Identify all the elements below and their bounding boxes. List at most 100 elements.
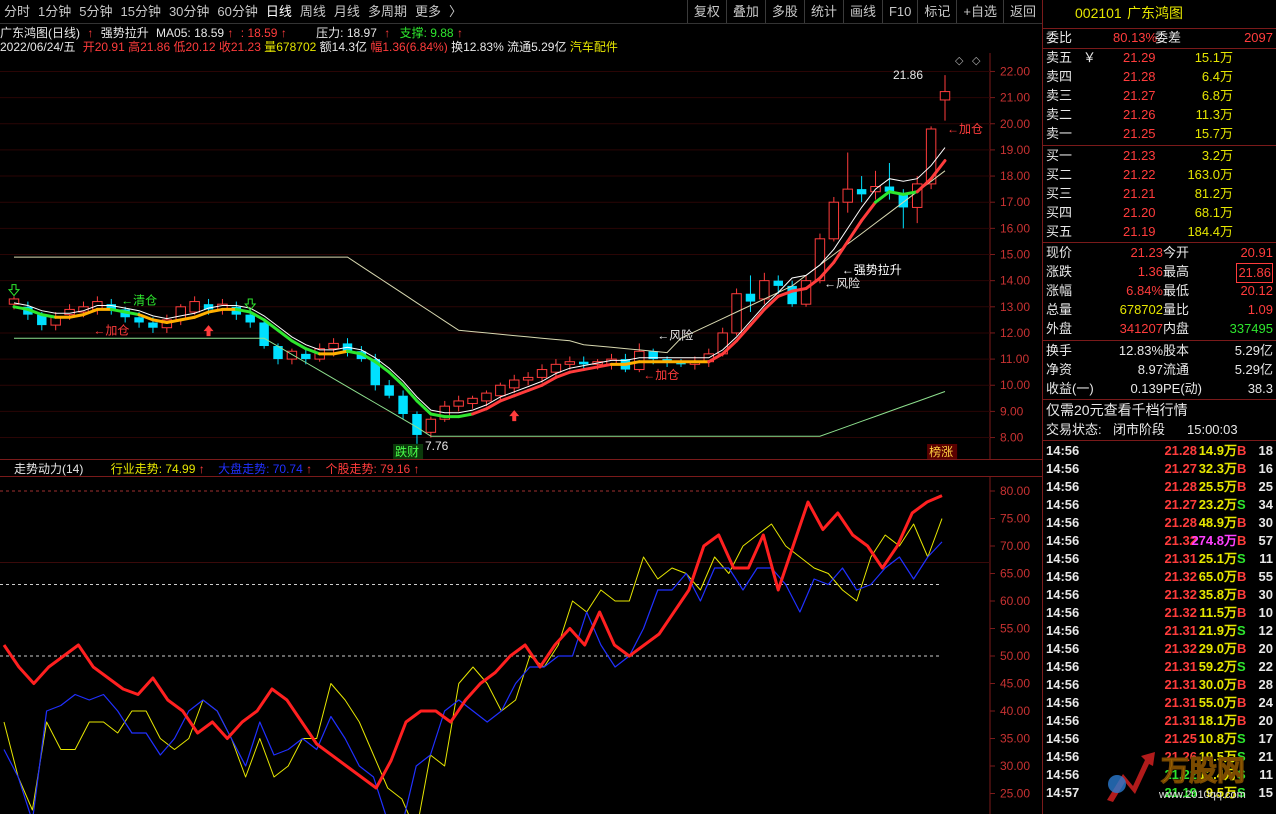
ask-vol-1: 6.4万: [1201, 69, 1233, 84]
period-tab-4[interactable]: 30分钟: [165, 0, 213, 24]
more-chevron-icon[interactable]: 〉: [445, 0, 466, 24]
y-tick-14: 8.00: [1000, 431, 1024, 445]
tool-button-0[interactable]: 复权: [686, 0, 726, 23]
tick-volume: 29.0万: [1198, 641, 1237, 656]
tool-button-4[interactable]: 画线: [842, 0, 882, 23]
tool-button-3[interactable]: 统计: [803, 0, 843, 23]
ask-row-1: 卖四 21.28 6.4万: [1043, 68, 1276, 86]
tick-volume: 21.9万: [1198, 623, 1237, 638]
stat-label-2b: 最低: [1163, 283, 1190, 298]
bid-vol-3: 68.1万: [1194, 205, 1233, 220]
tick-side: B: [1237, 443, 1247, 458]
weibi-row: 委比 80.13% 委差 2097: [1043, 29, 1276, 47]
stat-row-4: 外盘 341207 内盘 337495: [1043, 320, 1276, 338]
period-tab-10[interactable]: 更多: [411, 0, 445, 24]
weibi-value: 80.13%: [1113, 30, 1158, 45]
tick-row: 14:56 21.31 59.2万 S 22: [1043, 658, 1276, 676]
tick-time: 14:56: [1046, 623, 1080, 638]
period-tab-1[interactable]: 1分钟: [34, 0, 75, 24]
tick-time: 14:56: [1046, 569, 1080, 584]
tick-count: 11: [1259, 551, 1273, 566]
tool-button-7[interactable]: +自选: [956, 0, 1003, 23]
period-tab-9[interactable]: 多周期: [364, 0, 411, 24]
market-arrow-icon: ↑: [306, 462, 313, 476]
ask-label-0: 卖五: [1046, 50, 1073, 65]
close: 收21.23: [218, 40, 261, 54]
period-tab-2[interactable]: 5分钟: [75, 0, 116, 24]
ind-y-tick-7: 45.00: [1000, 677, 1030, 691]
turnover: 换12.83%: [451, 40, 504, 54]
period-tab-8[interactable]: 月线: [330, 0, 364, 24]
tick-count: 24: [1258, 695, 1273, 710]
ask-vol-3: 11.3万: [1195, 107, 1233, 122]
period-tab-7[interactable]: 周线: [296, 0, 330, 24]
tick-volume: 12.4万: [1198, 767, 1237, 782]
ask-label-3: 卖二: [1046, 107, 1073, 122]
tick-volume: 55.0万: [1198, 695, 1237, 710]
y-tick-9: 13.00: [1000, 300, 1030, 314]
y-tick-13: 9.00: [1000, 404, 1024, 418]
stat-label-1a: 涨跌: [1046, 264, 1073, 279]
amplitude: 幅1.36(6.84%): [370, 40, 448, 54]
ask-vol-2: 6.8万: [1201, 88, 1233, 103]
stock-chart-app: 分时 1分钟 5分钟 15分钟 30分钟 60分钟 日线 周线 月线 多周期 更多〉 复权 叠加 多股 统计…: [0, 0, 1276, 814]
tick-row: 14:56 21.32 11.5万 B 10: [1043, 604, 1276, 622]
tick-volume: 11.5万: [1199, 605, 1237, 620]
bid-label-0: 买一: [1046, 148, 1073, 163]
stat-label-3a: 总量: [1046, 302, 1073, 317]
high-price-label: 21.86: [893, 68, 923, 82]
tick-price: 21.28: [1164, 479, 1197, 494]
clear-position-label: ←清仓: [121, 293, 157, 307]
tick-side: B: [1237, 569, 1247, 584]
tick-price: 21.28: [1164, 443, 1197, 458]
indicator-chart[interactable]: 80.00 75.00 70.00 65.00 60.00 55.00 50.00 45.00…: [0, 476, 1042, 814]
candlestick-chart[interactable]: 22.00 21.00 20.00 19.00 18.00 17.00 16.00 15.00…: [0, 53, 1042, 460]
bid-label-3: 买四: [1046, 205, 1073, 220]
tick-row: 14:56 21.28 48.9万 B 30: [1043, 514, 1276, 532]
stat2-label-2a: 收益(一): [1046, 381, 1094, 396]
tick-volume: 30.0万: [1198, 677, 1237, 692]
indicator-name-flow[interactable]: 走势动力(14): [14, 462, 83, 476]
tool-button-1[interactable]: 叠加: [725, 0, 765, 23]
add-position-label-2: ←加仓: [643, 368, 679, 382]
promo-link[interactable]: 仅需20元查看千档行情: [1046, 401, 1188, 419]
stat-value-3b: 1.09: [1247, 302, 1273, 317]
ask-row-3: 卖二 21.26 11.3万: [1043, 106, 1276, 124]
tool-button-8[interactable]: 返回: [1002, 0, 1042, 23]
ind-y-tick-8: 40.00: [1000, 704, 1030, 718]
bid-row-3: 买四 21.20 68.1万: [1043, 204, 1276, 222]
ask-price-2: 21.27: [1123, 88, 1156, 103]
tick-side: B: [1237, 605, 1247, 620]
period-tab-5[interactable]: 60分钟: [213, 0, 261, 24]
tick-time: 14:56: [1046, 443, 1080, 458]
stat2-label-1b: 流通: [1163, 362, 1190, 377]
y-tick-5: 17.00: [1000, 195, 1030, 209]
tick-time: 14:56: [1046, 479, 1080, 494]
tick-side: S: [1237, 623, 1246, 638]
trade-status-row: 交易状态: 闭市阶段 15:00:03: [1043, 421, 1276, 439]
period-tab-6[interactable]: 日线: [262, 0, 296, 24]
tool-button-6[interactable]: 标记: [917, 0, 956, 23]
period-tab-0[interactable]: 分时: [0, 0, 34, 24]
tick-side: S: [1237, 551, 1246, 566]
ask-price-3: 21.26: [1123, 107, 1156, 122]
tick-row: 14:56 21.32 29.0万 B 20: [1043, 640, 1276, 658]
ask-price-1: 21.28: [1123, 69, 1156, 84]
industry-arrow-icon: ↑: [198, 462, 205, 476]
stat2-row-2: 收益(一) 0.139 PE(动) 38.3: [1043, 380, 1276, 398]
tick-side: S: [1237, 497, 1246, 512]
tool-button-2[interactable]: 多股: [764, 0, 804, 23]
tool-button-5[interactable]: F10: [881, 0, 917, 23]
sector[interactable]: 汽车配件: [570, 40, 618, 54]
tick-row: 14:56 21.32 274.8万 B 57: [1043, 532, 1276, 550]
tool-buttons: 复权 叠加 多股 统计 画线 F10 标记 +自选 返回: [686, 0, 1042, 23]
tick-row: 14:56 21.27 32.3万 B 16: [1043, 460, 1276, 478]
stat-row-0: 现价 21.23 今开 20.91: [1043, 244, 1276, 262]
tick-side: B: [1237, 515, 1247, 530]
period-tab-3[interactable]: 15分钟: [116, 0, 164, 24]
tick-row: 14:57 21.19 9.5万 S 15: [1043, 784, 1276, 802]
tick-price: 21.22: [1164, 767, 1197, 782]
candle[interactable]: [828, 196, 840, 242]
tick-price: 21.32: [1164, 641, 1197, 656]
ask-row-0: 卖五 ￥ 21.29 15.1万: [1043, 49, 1276, 67]
